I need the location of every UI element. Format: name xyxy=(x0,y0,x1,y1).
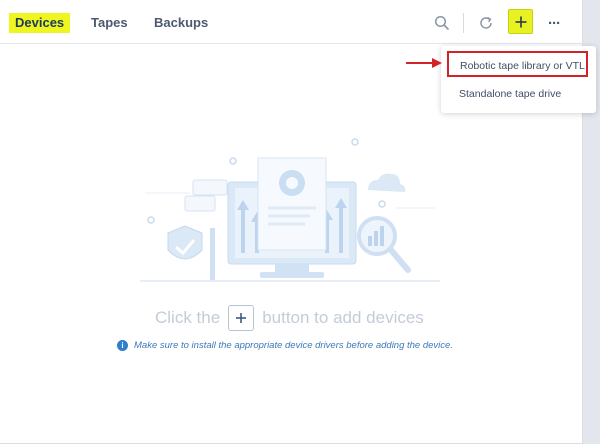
tab-devices[interactable]: Devices xyxy=(9,13,71,33)
menu-item-standalone-tape-drive[interactable]: Standalone tape drive xyxy=(441,81,596,107)
toolbar-divider xyxy=(463,13,464,33)
search-button[interactable] xyxy=(429,10,455,36)
driver-note: i Make sure to install the appropriate d… xyxy=(117,338,453,352)
tab-backups[interactable]: Backups xyxy=(154,13,208,33)
refresh-icon xyxy=(480,16,492,29)
refresh-button[interactable] xyxy=(473,10,499,36)
empty-state-message: Click the button to add devices xyxy=(155,305,424,331)
more-options-icon: ··· xyxy=(548,14,561,32)
plus-icon xyxy=(236,313,247,323)
add-device-menu: Robotic tape library or VTL Standalone t… xyxy=(441,46,596,113)
add-device-button[interactable] xyxy=(508,9,533,34)
plus-icon xyxy=(515,16,526,27)
tab-tapes[interactable]: Tapes xyxy=(91,13,128,33)
empty-state-text-before: Click the xyxy=(155,308,221,327)
inline-add-button[interactable] xyxy=(228,305,255,331)
more-options-button[interactable]: ··· xyxy=(541,10,567,36)
info-icon: i xyxy=(117,339,128,351)
header-toolbar: Devices Tapes Backups ··· xyxy=(0,0,583,44)
menu-item-robotic-tape-library[interactable]: Robotic tape library or VTL xyxy=(447,51,588,77)
driver-note-text: Make sure to install the appropriate dev… xyxy=(134,339,453,351)
empty-state-illustration xyxy=(140,138,440,282)
empty-state-text-after: button to add devices xyxy=(262,308,424,327)
annotation-arrow-icon xyxy=(406,58,442,68)
search-icon xyxy=(434,15,449,30)
